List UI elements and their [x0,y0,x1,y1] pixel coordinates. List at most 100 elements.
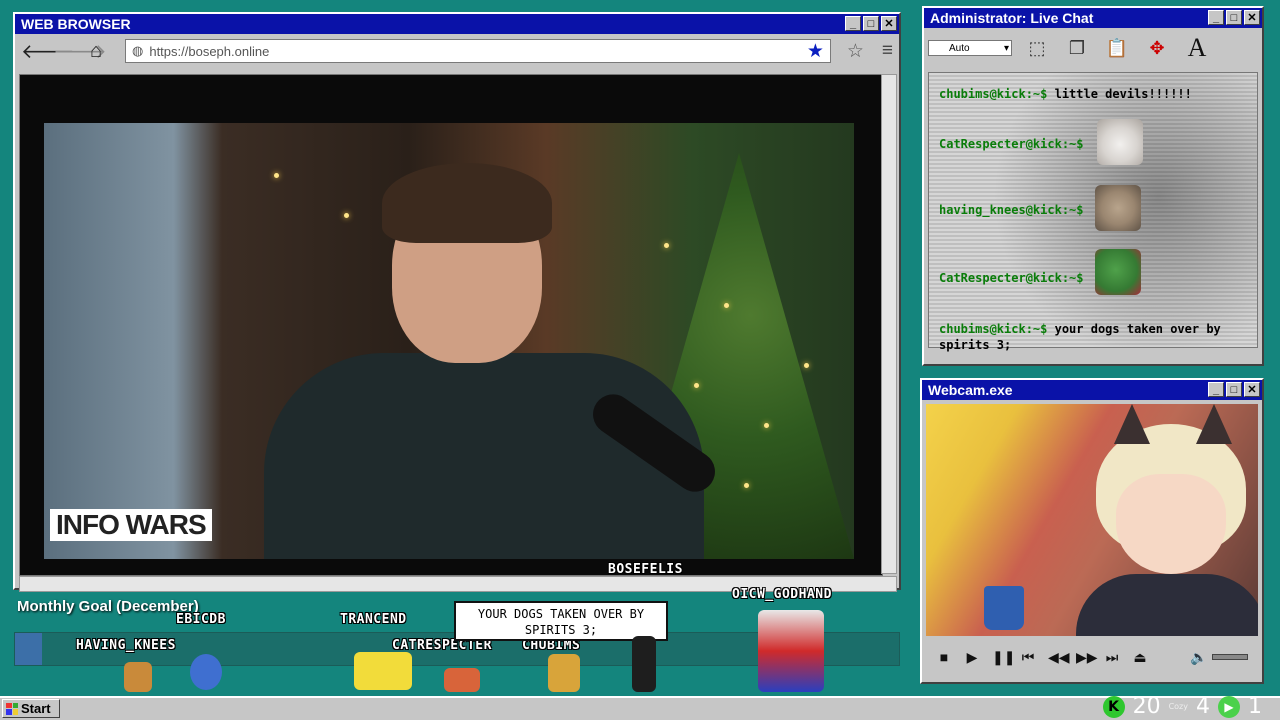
skip-back-icon[interactable]: ⏮ [1020,649,1036,666]
gallantmon-sprite [758,610,824,692]
avatar-face [1116,474,1226,574]
viewer-name: OICW_GODHAND [732,587,832,602]
browser-title: WEB BROWSER [21,16,131,32]
maximize-button[interactable]: □ [863,16,879,31]
eject-icon[interactable]: ⏏ [1132,649,1148,666]
chat-title: Administrator: Live Chat [930,10,1094,26]
vertical-scrollbar[interactable] [881,74,897,574]
infowars-logo: INFO WARS [50,509,212,541]
paste-icon[interactable]: 📋 [1102,33,1132,63]
cat-ear [1196,404,1232,444]
humanoid-sprite [632,636,656,692]
avatar-body [1076,574,1258,636]
chat-username: having_knees@kick:~$ [939,203,1084,217]
volume-icon[interactable]: 🔈 [1190,649,1207,666]
chat-titlebar[interactable]: Administrator: Live Chat _ □ ✕ [924,8,1262,28]
webcam-window: Webcam.exe _ □ ✕ ■ ▶ ❚❚ ⏮ ◀◀ ▶▶ ⏭ ⏏ 🔈 [920,378,1264,684]
close-button[interactable]: ✕ [881,16,897,31]
stat-sub-label: Cozy [1168,702,1188,711]
browser-window: WEB BROWSER _ □ ✕ 🡐 🡒 ⌂ ◍ https://boseph… [13,12,901,592]
fast-forward-icon[interactable]: ▶▶ [1076,649,1098,666]
chat-username: chubims@kick:~$ [939,87,1048,101]
chat-username: chubims@kick:~$ [939,322,1048,336]
forward-arrow-icon[interactable]: 🡒 [53,39,107,64]
abra-sprite [548,654,580,692]
viewer-name: TRANCEND [340,612,407,627]
maximize-button[interactable]: □ [1226,10,1242,25]
media-controls: ■ ▶ ❚❚ ⏮ ◀◀ ▶▶ ⏭ ⏏ 🔈 [926,642,1258,672]
webcam-title: Webcam.exe [928,382,1013,398]
move-icon[interactable]: ✥ [1142,33,1172,63]
url-field[interactable]: https://boseph.online [149,44,800,59]
chat-message: CatRespecter@kick:~$ [939,137,1084,151]
chat-toolbar: Auto ▾ ⬚ ❐ 📋 ✥ A [924,28,1262,68]
play-badge-icon: ▶ [1218,695,1240,718]
string-light [344,213,349,218]
kick-logo-icon: K [1102,695,1125,718]
tree-light [694,383,699,388]
dog-emote-icon [1095,185,1141,231]
back-arrow-icon[interactable]: 🡐 [21,39,75,64]
menu-icon[interactable]: ≡ [882,40,893,62]
viewer-name: HAVING_KNEES [76,638,176,653]
blue-creature-sprite [190,654,222,690]
person-hair [382,163,552,243]
speech-bubble: YOUR DOGS TAKEN OVER BY SPIRITS 3; [454,601,668,641]
browser-viewport: INFO WARS [19,74,883,576]
krabby-sprite [444,668,480,692]
frog-emote-icon [1095,249,1141,295]
start-button[interactable]: Start [2,699,60,718]
volume-slider[interactable] [1212,654,1248,660]
windows-logo-icon [6,702,18,715]
chat-message: chubims@kick:~$ little devils!!!!!! [939,87,1192,101]
rewind-icon[interactable]: ◀◀ [1048,649,1070,666]
skip-forward-icon[interactable]: ⏭ [1104,649,1120,666]
webcam-view [926,404,1258,636]
video-player[interactable]: INFO WARS [44,123,854,559]
maximize-button[interactable]: □ [1226,382,1242,397]
goal-label: Monthly Goal (December) [17,598,199,615]
viewer-name: EBICDB [176,612,226,627]
play-icon[interactable]: ▶ [964,649,980,666]
tree-light [744,483,749,488]
viewer-name: BOSEFELIS [608,562,683,577]
close-button[interactable]: ✕ [1244,10,1260,25]
cat-ear [1114,404,1150,444]
coffee-mug [984,586,1024,630]
pause-icon[interactable]: ❚❚ [992,649,1015,666]
tree-light [764,423,769,428]
chat-message: chubims@kick:~$ your dogs taken over by … [939,321,1239,353]
start-label: Start [21,701,51,716]
favorite-star-icon[interactable]: ☆ [847,40,864,63]
browser-navbar: 🡐 🡒 ⌂ ◍ https://boseph.online ★ ☆ ≡ [15,34,899,68]
stop-icon[interactable]: ■ [936,649,952,665]
chat-username: CatRespecter@kick:~$ [939,137,1084,151]
pikachu-sprite [354,652,412,690]
globe-icon: ◍ [132,43,144,58]
font-size-select[interactable]: Auto ▾ [928,40,1012,56]
copy-icon[interactable]: ❐ [1062,33,1092,63]
cat-emote-icon [1097,119,1143,165]
chat-text: little devils!!!!!! [1054,87,1192,101]
stat-value: 20 [1132,694,1161,719]
minimize-button[interactable]: _ [1208,382,1224,397]
font-icon[interactable]: A [1182,33,1212,63]
eevee-sprite [124,662,152,692]
chevron-down-icon: ▾ [1003,42,1009,54]
stat-value: 1 [1248,694,1262,719]
chat-message: CatRespecter@kick:~$ [939,271,1084,285]
home-icon[interactable]: ⌂ [85,40,107,63]
webcam-titlebar[interactable]: Webcam.exe _ □ ✕ [922,380,1262,400]
chat-window: Administrator: Live Chat _ □ ✕ Auto ▾ ⬚ … [922,6,1264,366]
select-marquee-icon[interactable]: ⬚ [1022,33,1052,63]
minimize-button[interactable]: _ [845,16,861,31]
browser-titlebar[interactable]: WEB BROWSER _ □ ✕ [15,14,899,34]
bookmark-filled-star-icon[interactable]: ★ [807,40,824,63]
chat-log[interactable]: chubims@kick:~$ little devils!!!!!! CatR… [928,72,1258,352]
stream-stats: K 20 Cozy 4 ▶ 1 [1102,694,1262,719]
close-button[interactable]: ✕ [1244,382,1260,397]
minimize-button[interactable]: _ [1208,10,1224,25]
tree-light [664,243,669,248]
address-bar[interactable]: ◍ https://boseph.online ★ [125,39,831,63]
string-light [274,173,279,178]
